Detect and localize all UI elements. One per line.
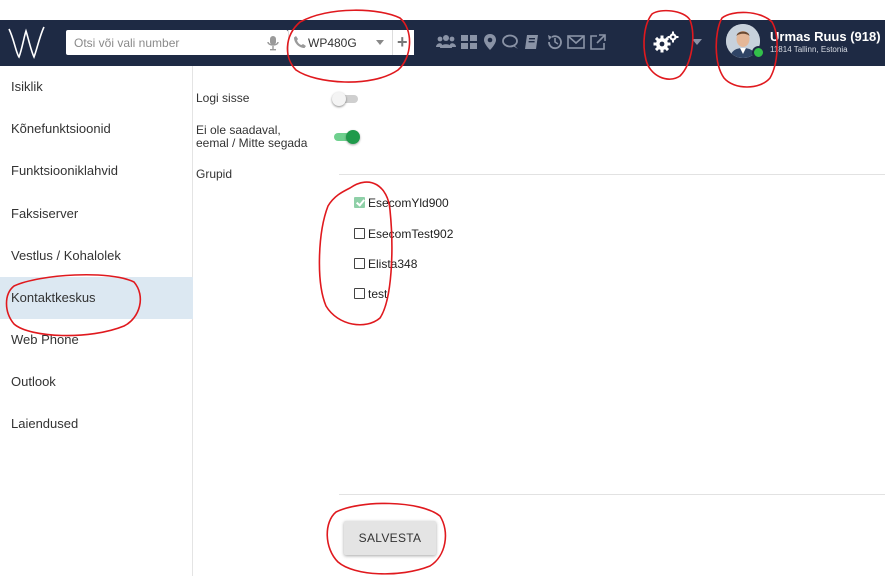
sidebar-item-konefunktsioonid[interactable]: Kõnefunktsioonid bbox=[0, 108, 193, 150]
sidebar: Isiklik Kõnefunktsioonid Funktsiooniklah… bbox=[0, 66, 193, 576]
user-name[interactable]: Urmas Ruus (918) bbox=[770, 29, 881, 44]
login-label: Logi sisse bbox=[196, 91, 250, 105]
user-location: 11814 Tallinn, Estonia bbox=[770, 45, 848, 54]
chevron-down-icon bbox=[376, 40, 384, 45]
phone-icon bbox=[293, 35, 307, 49]
sidebar-item-outlook[interactable]: Outlook bbox=[0, 361, 193, 403]
mail-icon[interactable] bbox=[566, 32, 586, 52]
contact-center-settings: Logi sisse Ei ole saadaval, eemal / Mitt… bbox=[194, 66, 885, 576]
group-checkbox[interactable] bbox=[354, 197, 365, 208]
group-checkbox[interactable] bbox=[354, 258, 365, 269]
search-input[interactable] bbox=[74, 30, 254, 55]
sidebar-item-kontaktkeskus[interactable]: Kontaktkeskus bbox=[0, 277, 193, 319]
microphone-icon[interactable] bbox=[266, 35, 280, 51]
sidebar-item-isiklik[interactable]: Isiklik bbox=[0, 66, 193, 108]
device-selected-value: WP480G bbox=[308, 36, 357, 50]
device-select[interactable]: WP480G bbox=[288, 30, 392, 55]
groups-label: Grupid bbox=[196, 167, 233, 181]
group-name: test bbox=[368, 287, 388, 301]
away-label-line2: eemal / Mitte segada bbox=[196, 136, 308, 150]
sidebar-item-vestlus-kohalolek[interactable]: Vestlus / Kohalolek bbox=[0, 235, 193, 277]
sidebar-item-funktsiooniklahvid[interactable]: Funktsiooniklahvid bbox=[0, 150, 193, 192]
group-checkbox[interactable] bbox=[354, 288, 365, 299]
toggle-knob bbox=[346, 130, 360, 144]
add-button[interactable]: + bbox=[392, 30, 414, 55]
divider bbox=[339, 494, 885, 495]
group-checkbox[interactable] bbox=[354, 228, 365, 239]
location-icon[interactable] bbox=[480, 32, 500, 52]
chat-icon[interactable] bbox=[501, 32, 521, 52]
users-icon[interactable] bbox=[436, 32, 456, 52]
search-box bbox=[66, 30, 288, 55]
top-bar: WP480G + bbox=[0, 20, 885, 66]
divider bbox=[339, 174, 885, 175]
book-icon[interactable] bbox=[522, 32, 542, 52]
group-name: EsecomYld900 bbox=[368, 196, 449, 210]
gear-icon[interactable] bbox=[652, 30, 680, 54]
sidebar-item-web-phone[interactable]: Web Phone bbox=[0, 319, 193, 361]
login-toggle[interactable] bbox=[332, 92, 360, 106]
save-button[interactable]: SALVESTA bbox=[344, 521, 436, 555]
group-name: EsecomTest902 bbox=[368, 227, 454, 241]
logo-icon[interactable] bbox=[6, 23, 46, 61]
sidebar-item-faksiserver[interactable]: Faksiserver bbox=[0, 193, 193, 235]
history-icon[interactable] bbox=[545, 32, 565, 52]
external-link-icon[interactable] bbox=[588, 32, 608, 52]
sidebar-item-laiendused[interactable]: Laiendused bbox=[0, 403, 193, 445]
away-label: Ei ole saadaval, eemal / Mitte segada bbox=[196, 124, 307, 150]
toggle-knob bbox=[332, 92, 346, 106]
settings-dropdown-icon[interactable] bbox=[692, 39, 702, 45]
away-toggle[interactable] bbox=[332, 130, 360, 144]
grid-icon[interactable] bbox=[459, 32, 479, 52]
presence-status-indicator bbox=[752, 46, 765, 59]
plus-icon: + bbox=[397, 32, 408, 52]
group-name: Elista348 bbox=[368, 257, 418, 271]
